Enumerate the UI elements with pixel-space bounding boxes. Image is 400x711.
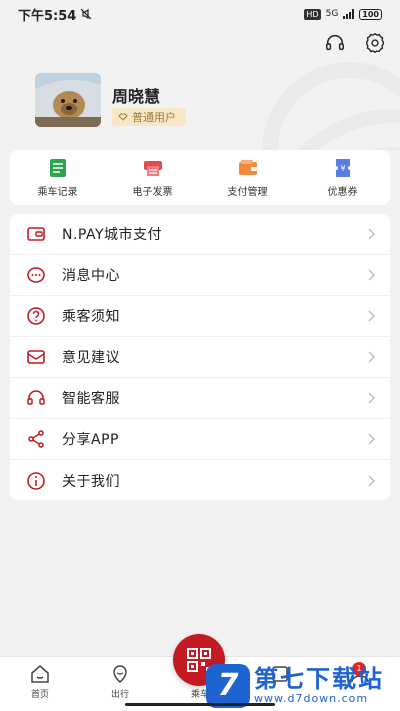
wallet-icon	[238, 160, 257, 175]
menu-item-feedback[interactable]: 意见建议	[10, 337, 390, 378]
quick-action-ride-record[interactable]: 乘车记录	[10, 150, 105, 205]
hd-badge: HD	[304, 8, 321, 20]
watermark-logo: 7	[206, 663, 250, 708]
user-level-label: 普通用户	[132, 111, 176, 124]
travel-icon	[113, 665, 127, 683]
home-indicator	[125, 703, 275, 706]
avatar-image	[35, 73, 101, 127]
avatar[interactable]	[35, 73, 101, 127]
ride-record-icon	[49, 159, 66, 177]
menu-item-label: 分享APP	[62, 432, 119, 448]
watermark-title: 第七下载站	[254, 665, 384, 693]
battery-indicator: 100	[359, 8, 382, 20]
headset-icon	[27, 390, 45, 405]
gear-icon[interactable]	[364, 32, 386, 54]
settings-menu: N.PAY城市支付 消息中心 乘客须知 意见建议 智能客服 分享APP 关于我们	[10, 214, 390, 500]
menu-item-label: N.PAY城市支付	[62, 227, 163, 243]
quick-action-label: 支付管理	[227, 187, 268, 198]
chevron-right-icon	[368, 228, 375, 240]
share-icon	[28, 430, 44, 448]
card-icon	[27, 227, 45, 241]
chevron-right-icon	[368, 269, 375, 281]
nav-label: 首页	[30, 690, 49, 700]
chevron-right-icon	[368, 310, 375, 322]
nav-label: 出行	[110, 690, 129, 700]
quick-action-payment[interactable]: 支付管理	[200, 150, 295, 205]
menu-item-label: 消息中心	[62, 268, 120, 284]
mute-icon	[80, 8, 92, 20]
menu-item-npay[interactable]: N.PAY城市支付	[10, 214, 390, 255]
status-bar: 下午5:54 HD 5G 100	[0, 0, 400, 28]
menu-item-label: 意见建议	[62, 350, 120, 366]
svg-text:¥: ¥	[340, 164, 345, 173]
menu-item-smart-service[interactable]: 智能客服	[10, 378, 390, 419]
quick-action-invoice[interactable]: 电子发票	[105, 150, 200, 205]
headset-icon[interactable]	[324, 32, 346, 54]
menu-item-messages[interactable]: 消息中心	[10, 255, 390, 296]
quick-actions-card: 乘车记录 电子发票 支付管理 ¥ 优惠券	[10, 150, 390, 205]
user-name: 周晓慧	[112, 87, 161, 106]
chevron-right-icon	[368, 433, 375, 445]
chevron-right-icon	[368, 475, 375, 486]
menu-item-label: 智能客服	[62, 391, 120, 407]
menu-item-about[interactable]: 关于我们	[10, 460, 390, 501]
chevron-right-icon	[368, 351, 375, 363]
invoice-icon	[143, 161, 162, 176]
diamond-icon	[118, 113, 128, 121]
question-icon	[27, 307, 45, 325]
quick-action-coupon[interactable]: ¥ 优惠券	[295, 150, 390, 205]
decorative-logo-watermark	[262, 62, 400, 150]
feedback-icon	[27, 350, 45, 364]
menu-item-label: 关于我们	[62, 473, 120, 490]
info-icon	[27, 471, 45, 490]
signal-icon	[343, 9, 355, 19]
home-icon	[31, 665, 49, 683]
status-time: 下午5:54	[18, 8, 77, 24]
menu-item-passenger-notice[interactable]: 乘客须知	[10, 296, 390, 337]
quick-action-label: 电子发票	[132, 187, 173, 198]
user-level-badge: 普通用户	[112, 108, 186, 126]
nav-home[interactable]: 首页	[0, 657, 80, 711]
menu-item-share[interactable]: 分享APP	[10, 419, 390, 460]
quick-action-label: 乘车记录	[37, 187, 78, 198]
coupon-icon: ¥	[335, 159, 350, 177]
profile-header: 下午5:54 HD 5G 100 周晓慧 普通用户	[0, 0, 400, 150]
menu-item-label: 乘客须知	[62, 309, 120, 325]
quick-action-label: 优惠券	[327, 187, 358, 198]
message-icon	[27, 267, 45, 283]
chevron-right-icon	[368, 392, 375, 404]
network-label: 5G	[325, 9, 339, 19]
